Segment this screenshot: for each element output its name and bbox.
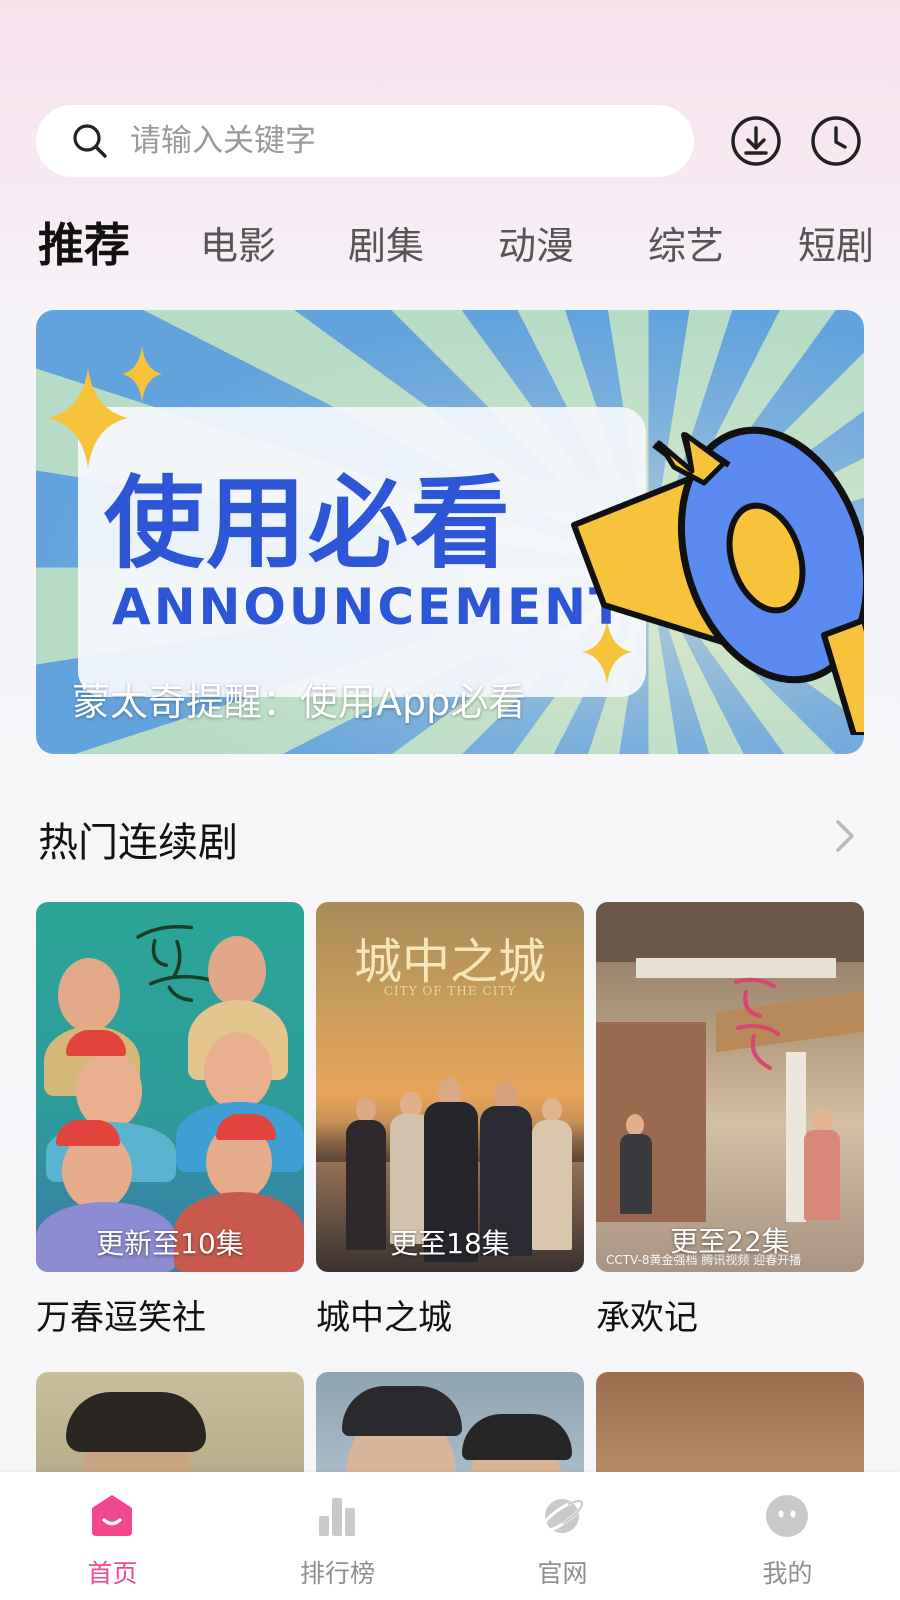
- download-icon[interactable]: [728, 113, 784, 169]
- figure-body: [620, 1134, 652, 1214]
- watermelon-slice: [66, 1030, 126, 1056]
- nav-ranking[interactable]: 排行榜: [225, 1472, 450, 1600]
- figure-hair: [462, 1414, 572, 1460]
- show-title-2[interactable]: 城中之城: [316, 1290, 452, 1339]
- figure-hair: [342, 1386, 462, 1436]
- announcement-banner[interactable]: 使用必看 ANNOUNCEMENT 蒙太奇提醒：使用App必看: [36, 310, 864, 754]
- nav-label-home: 首页: [87, 1559, 138, 1588]
- banner-headline: 使用必看: [104, 465, 512, 582]
- nav-home[interactable]: 首页: [0, 1472, 225, 1600]
- figure-head: [204, 1032, 272, 1110]
- figure-head: [626, 1114, 644, 1136]
- nav-profile[interactable]: 我的: [675, 1472, 900, 1600]
- history-clock-icon[interactable]: [808, 113, 864, 169]
- figure-body: [804, 1130, 840, 1220]
- poster-show-3[interactable]: CCTV-8黄金强档 腾讯视频 迎春开播 更至22集: [596, 902, 864, 1272]
- figure-hair: [66, 1392, 206, 1452]
- sparkle-small-icon: [122, 346, 162, 402]
- episode-badge: 更新至10集: [96, 1227, 244, 1260]
- search-input[interactable]: [130, 123, 610, 159]
- watermelon-slice: [56, 1120, 120, 1146]
- tab-short-drama[interactable]: 短剧: [798, 215, 874, 270]
- planet-icon: [540, 1499, 584, 1533]
- figure-head: [356, 1098, 376, 1122]
- figure-head: [542, 1098, 562, 1122]
- building-top: [596, 902, 864, 962]
- poster-show-1[interactable]: 更新至10集: [36, 902, 304, 1272]
- tab-recommended[interactable]: 推荐: [38, 209, 130, 275]
- nav-label-official-site: 官网: [537, 1559, 588, 1588]
- nav-label-profile: 我的: [762, 1559, 813, 1588]
- search-bar[interactable]: [36, 105, 694, 177]
- poster-subtitle: CITY OF THE CITY: [383, 984, 517, 998]
- tab-anime[interactable]: 动漫: [498, 215, 574, 270]
- banner-caption: 蒙太奇提醒：使用App必看: [72, 680, 527, 724]
- chevron-right-icon[interactable]: [832, 816, 858, 856]
- profile-face-icon: [766, 1495, 808, 1537]
- home-icon: [92, 1495, 132, 1536]
- episode-badge: 更至18集: [390, 1227, 510, 1260]
- figure-head: [58, 958, 120, 1032]
- top-bar: [36, 105, 864, 177]
- figure-head: [76, 1052, 142, 1130]
- ranking-chart-icon: [319, 1498, 355, 1536]
- show-title-3[interactable]: 承欢记: [596, 1290, 698, 1339]
- nav-label-ranking: 排行榜: [299, 1559, 375, 1588]
- megaphone-icon: [571, 426, 864, 735]
- episode-badge: 更至22集: [670, 1225, 790, 1258]
- tab-series[interactable]: 剧集: [348, 215, 424, 270]
- figure-head: [208, 936, 266, 1006]
- bottom-navigation: 首页 排行榜 官网 我的: [0, 1472, 900, 1600]
- tab-variety[interactable]: 综艺: [648, 215, 724, 270]
- show-title-1[interactable]: 万春逗笑社: [36, 1290, 206, 1339]
- column: [786, 1052, 806, 1222]
- section-title-hot-series: 热门连续剧: [38, 820, 238, 866]
- figure-head: [812, 1108, 832, 1132]
- watermelon-slice: [216, 1114, 276, 1140]
- tab-movies[interactable]: 电影: [200, 215, 276, 270]
- poster-calligraphy-title: [726, 972, 786, 1090]
- poster-title: 城中之城: [353, 934, 546, 990]
- search-icon: [73, 124, 107, 158]
- poster-show-2[interactable]: 城中之城 CITY OF THE CITY 更至18集: [316, 902, 584, 1272]
- nav-official-site[interactable]: 官网: [450, 1472, 675, 1600]
- category-tabs: 推荐 电影 剧集 动漫 综艺 短剧: [38, 215, 900, 275]
